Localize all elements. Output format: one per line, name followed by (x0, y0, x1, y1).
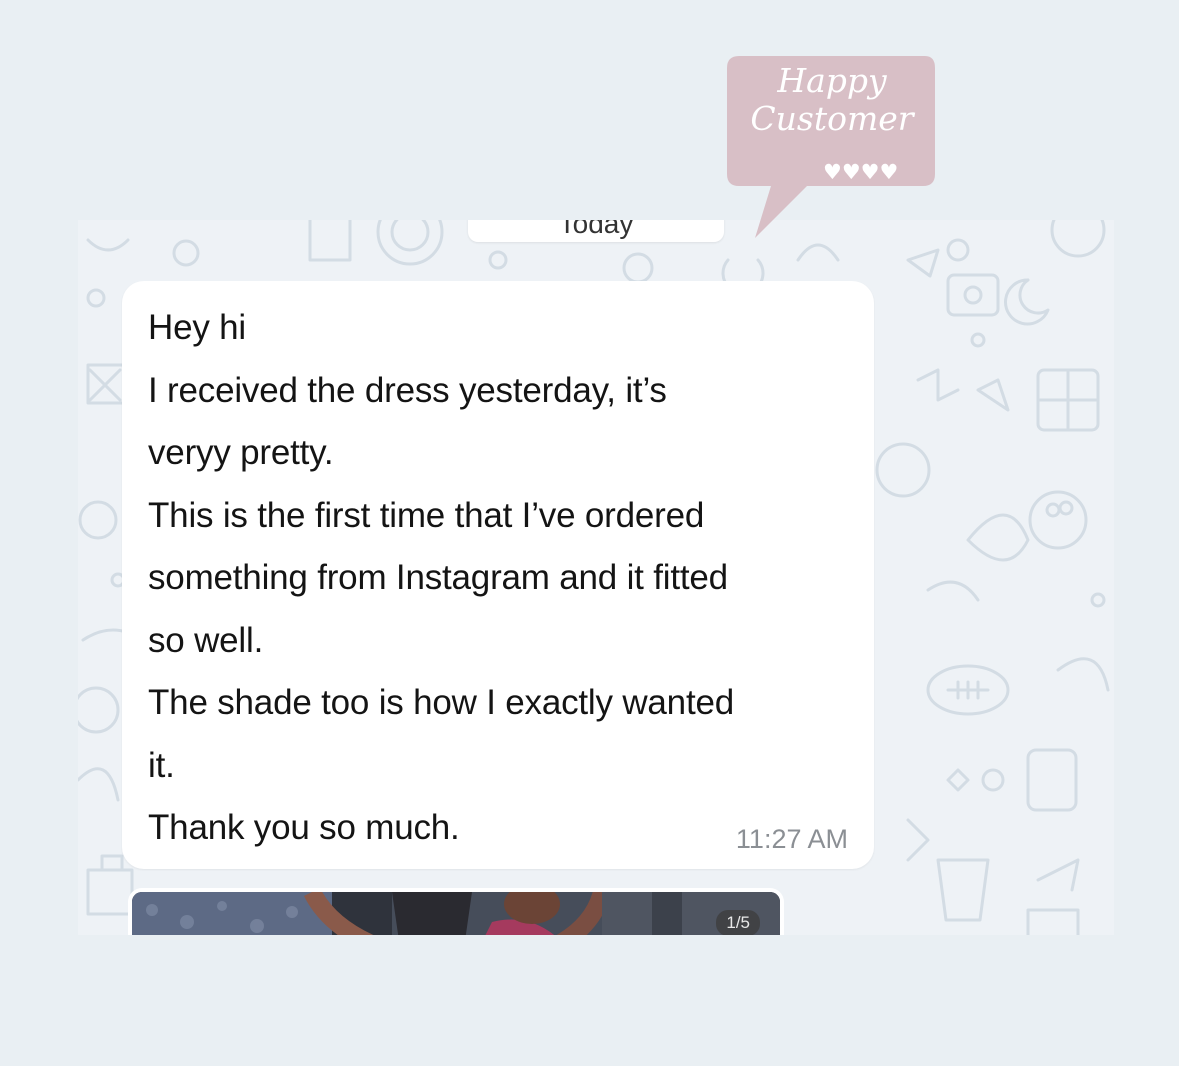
sticker-line: Customer (750, 99, 914, 138)
incoming-message-bubble[interactable]: Hey hi I received the dress yesterday, i… (122, 281, 874, 869)
happy-customer-sticker: Happy Customer ♥♥♥♥ (727, 56, 937, 242)
message-line: veryy pretty. (148, 433, 334, 472)
sticker-lettering: Happy Customer (727, 62, 937, 138)
message-line: something from Instagram and it fitted (148, 558, 728, 597)
message-text: Hey hi I received the dress yesterday, i… (148, 297, 858, 860)
date-divider: Today (468, 220, 724, 242)
message-line: The shade too is how I exactly wanted (148, 683, 734, 722)
message-line: This is the first time that I’ve ordered (148, 495, 705, 535)
sticker-line: Happy (777, 61, 887, 100)
message-line: Hey hi (148, 308, 247, 347)
media-counter: 1/5 (716, 910, 760, 935)
media-photo (132, 892, 780, 935)
chat-screenshot: Today Hey hi I received the dress yester… (78, 220, 1114, 935)
message-line: I received the dress yesterday, it’s (148, 370, 667, 410)
hearts-icon: ♥♥♥♥ (823, 160, 899, 184)
message-timestamp: 11:27 AM (735, 824, 848, 854)
media-album-preview[interactable]: 1/5 (128, 888, 784, 935)
message-line: it. (148, 745, 175, 785)
message-line: so well. (148, 620, 264, 660)
